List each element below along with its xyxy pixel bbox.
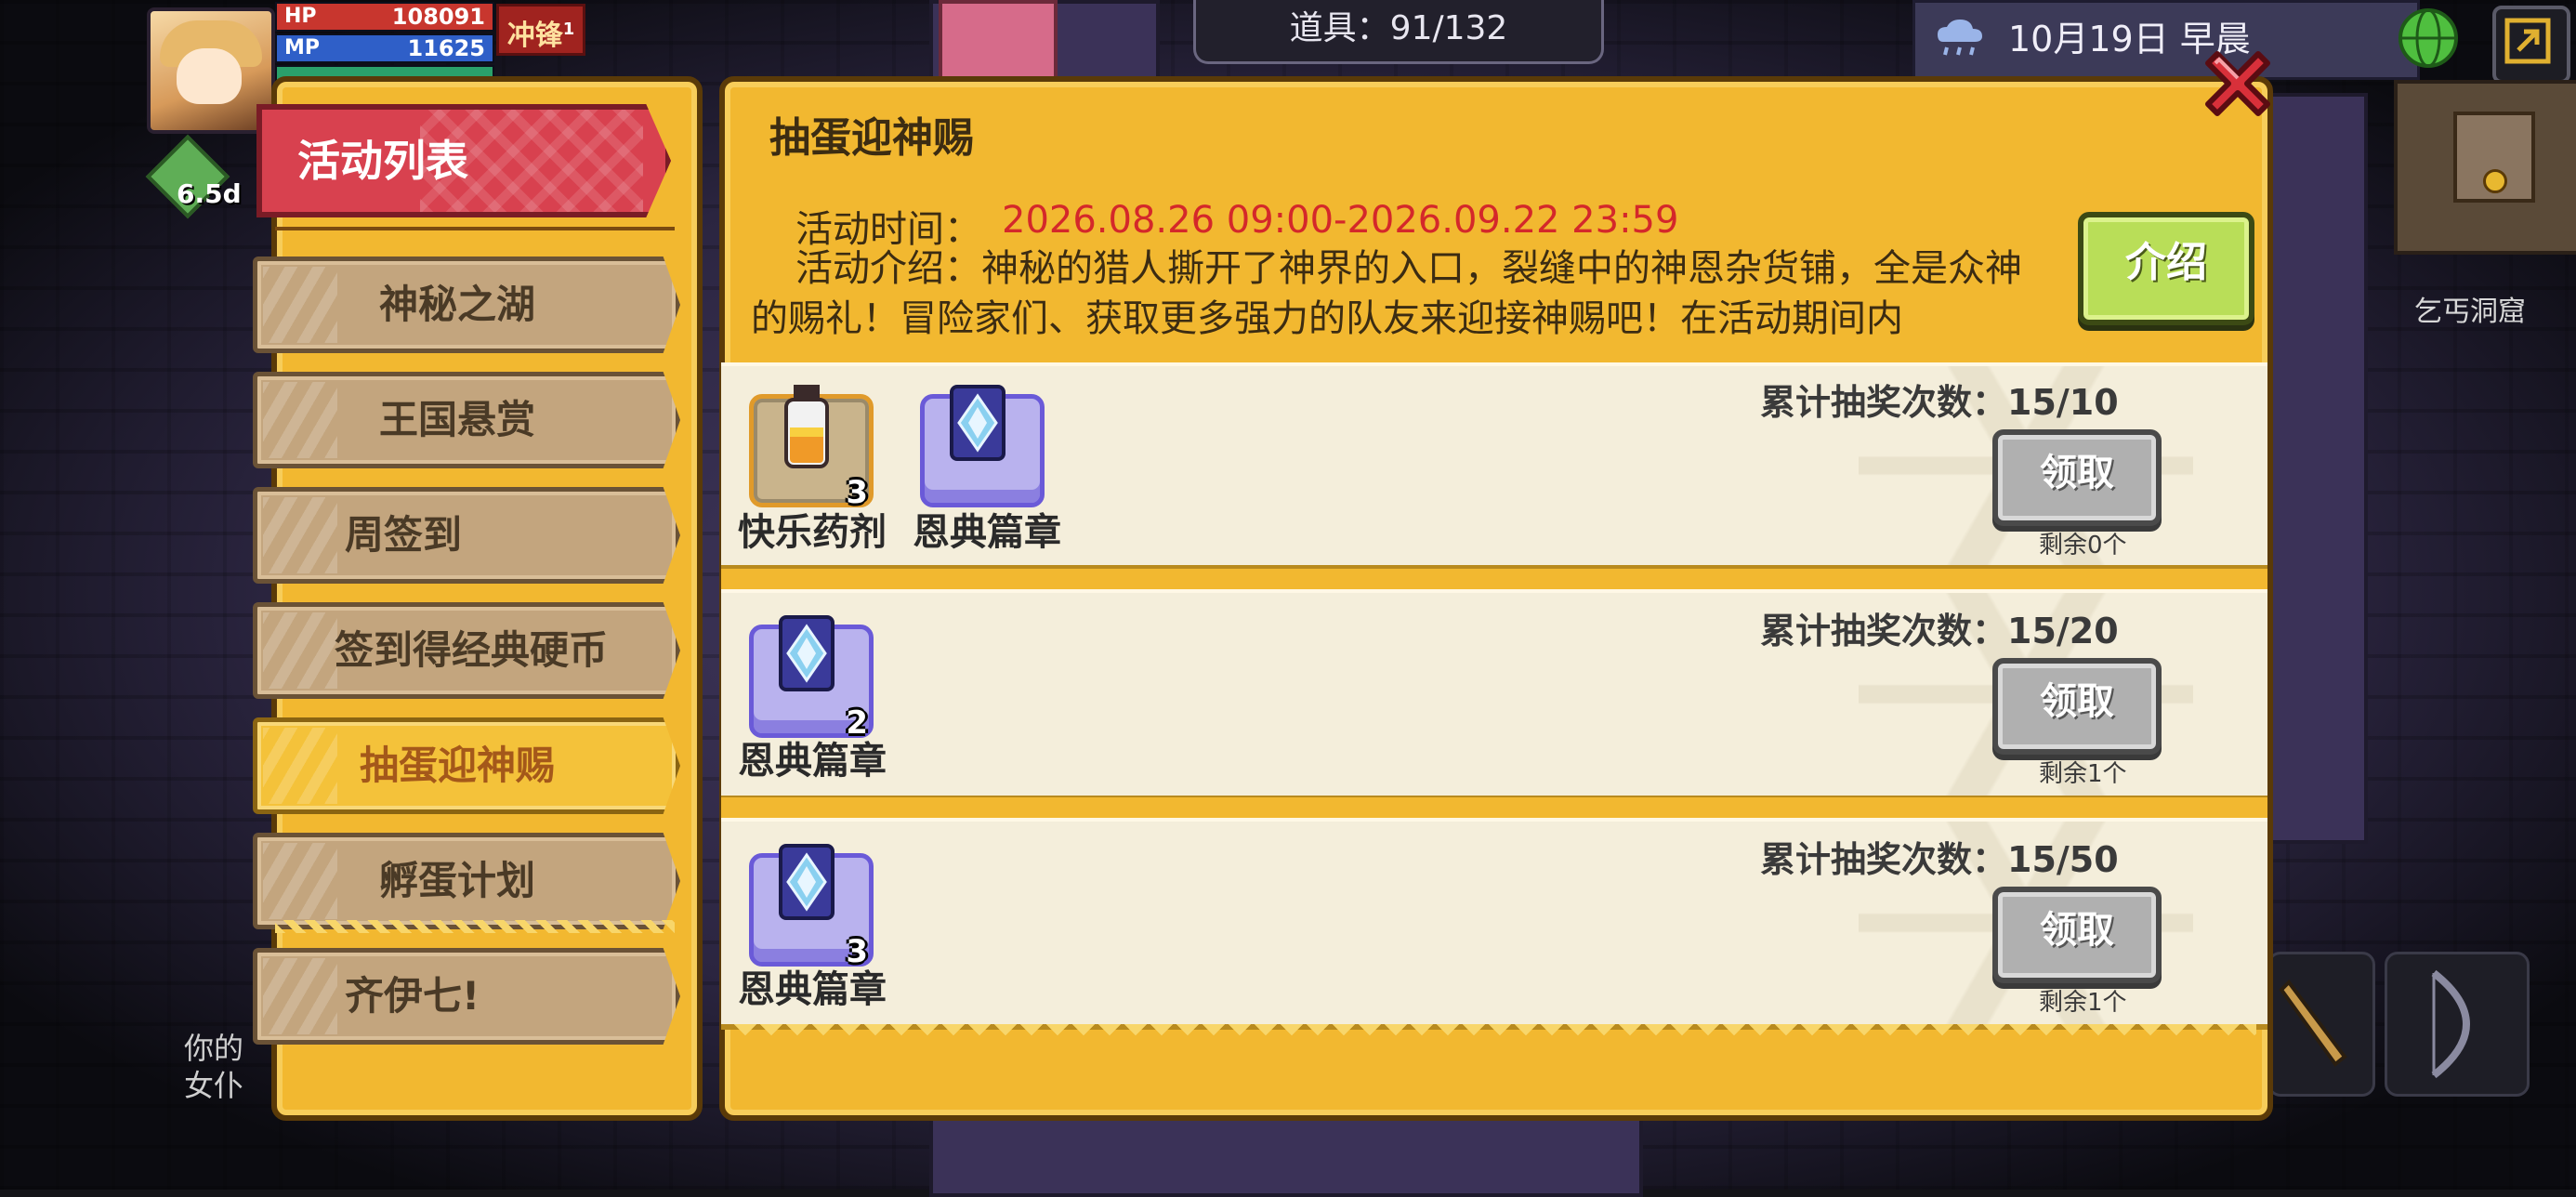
draw-count-prefix: 累计抽奖次数：	[1760, 382, 2008, 423]
charge-status-label: 冲锋	[506, 20, 563, 52]
buff-time: 6.5d	[177, 178, 242, 209]
activity-item-label: 签到得经典硬币	[334, 627, 608, 673]
chat-preview: 你的 女仆	[184, 1030, 243, 1104]
reward-item-slot[interactable]	[920, 385, 1045, 507]
draw-count-prefix: 累计抽奖次数：	[1760, 839, 2008, 880]
expand-icon	[2504, 18, 2551, 64]
player-portrait[interactable]	[147, 7, 275, 134]
grace-card-icon	[779, 844, 835, 920]
hp-value: 108091	[391, 4, 485, 30]
reward-item-slot[interactable]: 3	[749, 844, 874, 970]
network-button[interactable]	[2396, 6, 2461, 71]
close-icon	[2205, 51, 2270, 116]
sword-icon	[2279, 979, 2347, 1067]
list-divider	[275, 227, 675, 230]
activity-item-weekly-checkin[interactable]: 周签到	[253, 487, 680, 584]
portrait-face	[177, 48, 242, 104]
claim-button[interactable]: 领取	[1992, 887, 2162, 983]
draw-count-label: 累计抽奖次数：15/10	[1760, 374, 2119, 425]
claim-button[interactable]: 领取	[1992, 429, 2162, 526]
globe-icon	[2399, 8, 2458, 68]
mp-bar: MP 11625	[275, 33, 494, 63]
background-banner	[939, 0, 1058, 82]
intro-button[interactable]: 介绍	[2078, 212, 2254, 325]
potion-icon	[784, 385, 829, 468]
grace-card-icon	[950, 385, 1005, 461]
activity-item-checkin-coins[interactable]: 签到得经典硬币	[253, 602, 680, 699]
draw-count-label: 累计抽奖次数：15/20	[1760, 602, 2119, 653]
map-location-label: 乞丐洞窟	[2414, 296, 2526, 328]
claim-button[interactable]: 领取	[1992, 658, 2162, 755]
skill-slot-bow[interactable]	[2385, 952, 2530, 1097]
activity-item-gacha-blessing[interactable]: 抽蛋迎神赐	[253, 717, 680, 814]
activity-item-hatch-plan[interactable]: 孵蛋计划	[253, 833, 680, 929]
panel-bottom-zigzag	[732, 1024, 2256, 1045]
draw-count-prefix: 累计抽奖次数：	[1760, 611, 2008, 651]
item-counter: 道具：91/132	[1193, 0, 1604, 64]
hp-label: HP	[284, 5, 317, 28]
reward-item-name: 恩典篇章	[738, 968, 887, 1011]
reward-item-name: 恩典篇章	[738, 740, 887, 783]
draw-count-label: 累计抽奖次数：15/50	[1760, 831, 2119, 882]
hp-bar: HP 108091	[275, 2, 494, 32]
activity-list-header: 活动列表	[256, 104, 671, 217]
charge-status-count: 1	[562, 20, 575, 39]
close-button[interactable]	[2195, 41, 2280, 126]
activity-item-label: 齐伊七!	[345, 973, 480, 1019]
mp-label: MP	[284, 36, 321, 59]
activity-item-label: 孵蛋计划	[378, 858, 535, 903]
reward-item-name: 快乐药剂	[738, 511, 887, 554]
activity-item-qiyi-seven[interactable]: 齐伊七!	[253, 948, 680, 1045]
bow-icon	[2431, 969, 2470, 1079]
rain-cloud-icon	[1938, 20, 1982, 56]
charge-status-tag: 冲锋1	[496, 4, 585, 56]
reward-item-slot[interactable]: 3	[749, 385, 874, 511]
date-weather-box: 10月19日 早晨	[1912, 0, 2420, 80]
mp-value: 11625	[407, 35, 486, 61]
activity-item-label: 抽蛋迎神赐	[359, 743, 555, 788]
background-column	[2267, 93, 2368, 844]
activity-item-label: 神秘之湖	[378, 282, 535, 327]
event-time-value: 2026.08.26 09:00-2026.09.22 23:59	[1002, 199, 1679, 242]
remaining-count: 剩余0个	[2039, 532, 2127, 559]
activity-item-label: 王国悬赏	[378, 397, 535, 442]
activity-item-mysterious-lake[interactable]: 神秘之湖	[253, 256, 680, 353]
fullscreen-button[interactable]	[2492, 6, 2570, 84]
activity-item-label: 周签到	[345, 512, 463, 558]
event-title: 抽蛋迎神赐	[769, 114, 974, 162]
reward-item-slot[interactable]: 2	[749, 615, 874, 742]
list-zigzag	[275, 920, 675, 933]
remaining-count: 剩余1个	[2039, 989, 2127, 1017]
minimap[interactable]	[2394, 80, 2576, 255]
event-description: 活动介绍：神秘的猎人撕开了神界的入口，裂缝中的神恩杂货铺，全是众神的赐礼！冒险家…	[751, 247, 2022, 340]
draw-count-value: 15/50	[2007, 839, 2119, 880]
activity-item-kingdom-bounty[interactable]: 王国悬赏	[253, 372, 680, 468]
player-marker-icon	[2483, 169, 2507, 193]
activity-list-title: 活动列表	[297, 136, 468, 186]
draw-count-value: 15/20	[2007, 611, 2119, 651]
reward-item-name: 恩典篇章	[913, 511, 1061, 554]
skill-slot-sword[interactable]	[2267, 952, 2375, 1097]
grace-card-icon	[779, 615, 835, 691]
remaining-count: 剩余1个	[2039, 760, 2127, 788]
draw-count-value: 15/10	[2007, 382, 2119, 423]
chat-line-1: 你的	[184, 1031, 244, 1066]
chat-line-2: 女仆	[184, 1068, 244, 1103]
background-floor	[929, 1115, 1643, 1197]
